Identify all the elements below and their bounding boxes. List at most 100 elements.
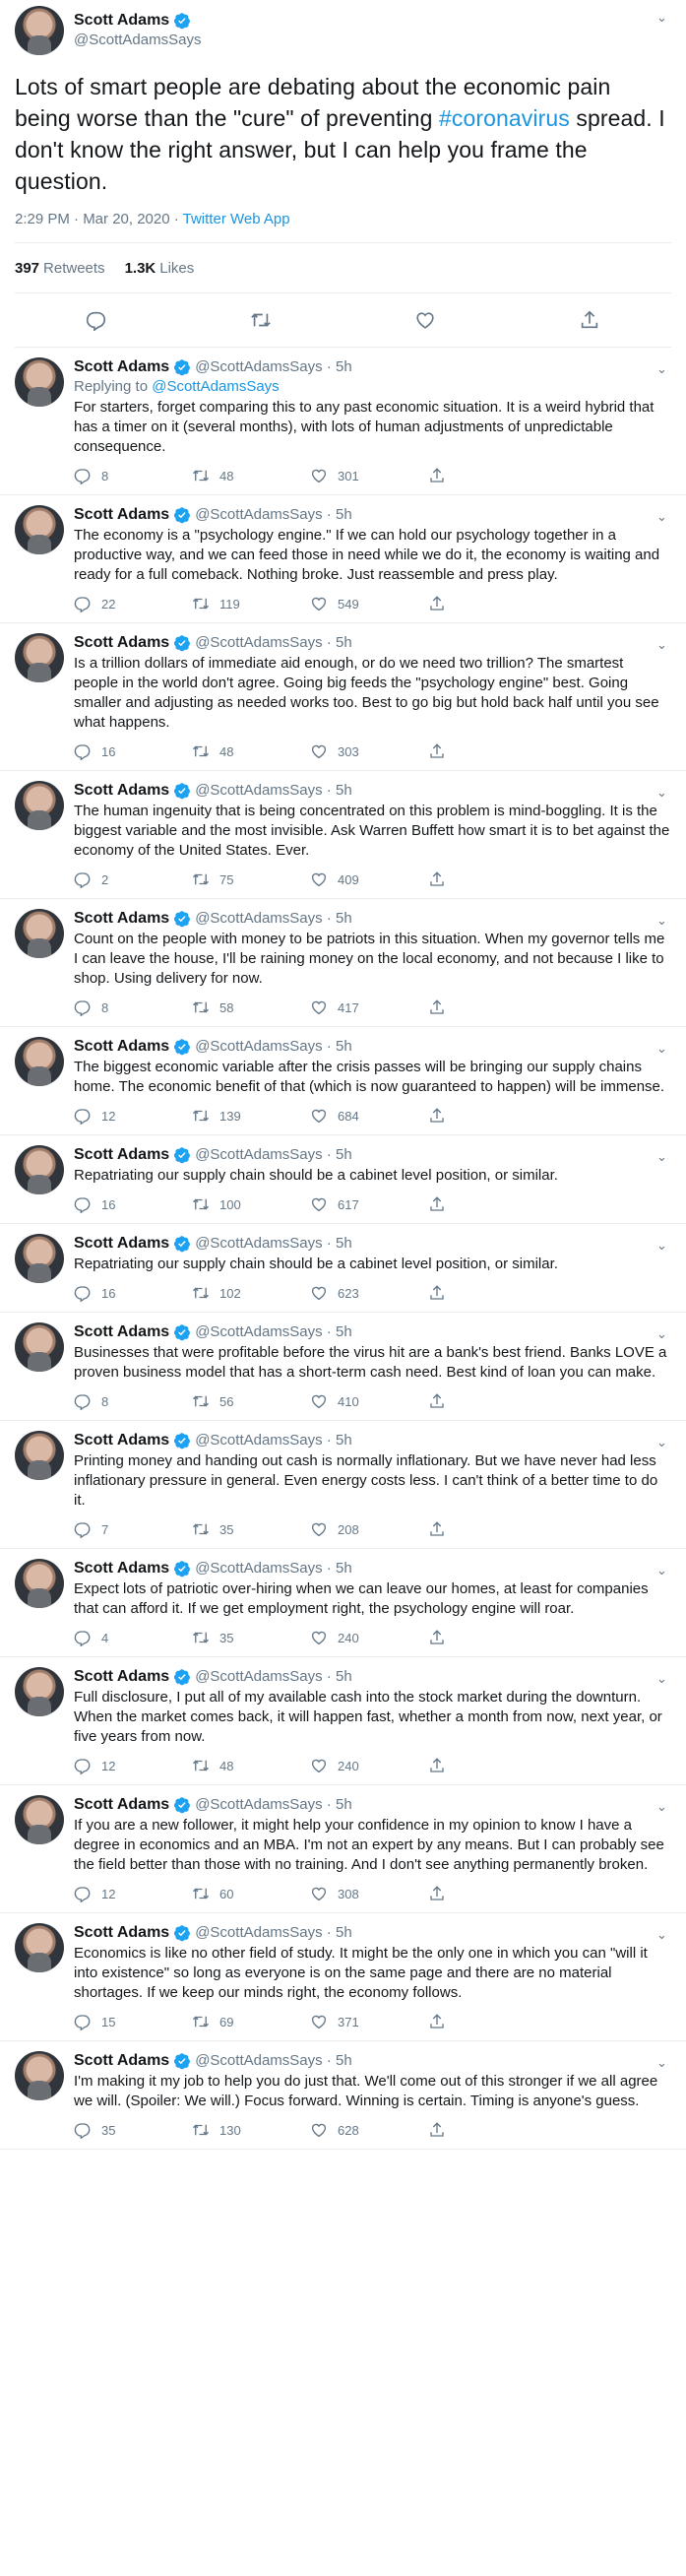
retweet-action[interactable]: 69 — [192, 2013, 310, 2030]
chevron-down-icon[interactable]: ⌄ — [656, 359, 670, 376]
retweet-action[interactable]: 60 — [192, 1885, 310, 1902]
retweet-action[interactable]: 102 — [192, 1284, 310, 1302]
avatar[interactable] — [15, 909, 64, 958]
reply-tweet[interactable]: Scott Adams @ScottAdamsSays · 5h ⌄ Repat… — [0, 1224, 686, 1313]
retweet-action[interactable]: 48 — [192, 1757, 310, 1774]
author-handle[interactable]: @ScottAdamsSays · 5h — [195, 1037, 351, 1057]
retweet-action[interactable]: 100 — [192, 1195, 310, 1213]
like-action[interactable]: 371 — [310, 2013, 428, 2030]
author-name[interactable]: Scott Adams — [74, 1667, 169, 1687]
retweet-action[interactable]: 130 — [192, 2121, 310, 2139]
reply-icon[interactable] — [86, 309, 107, 331]
author-name[interactable]: Scott Adams — [74, 11, 169, 31]
chevron-down-icon[interactable]: ⌄ — [656, 911, 670, 928]
retweet-action[interactable]: 75 — [192, 870, 310, 888]
avatar[interactable] — [15, 1145, 64, 1194]
author-name[interactable]: Scott Adams — [74, 781, 169, 801]
retweets-stat[interactable]: 397 Retweets — [15, 260, 105, 277]
hashtag-link[interactable]: #coronavirus — [439, 105, 570, 131]
share-action[interactable] — [428, 1757, 456, 1774]
share-action[interactable] — [428, 742, 456, 760]
avatar[interactable] — [15, 1667, 64, 1716]
reply-action[interactable]: 8 — [74, 467, 192, 484]
reply-tweet[interactable]: Scott Adams @ScottAdamsSays · 5h ⌄ Expec… — [0, 1549, 686, 1657]
retweet-action[interactable]: 35 — [192, 1520, 310, 1538]
author-name[interactable]: Scott Adams — [74, 357, 169, 377]
avatar[interactable] — [15, 1923, 64, 1972]
chevron-down-icon[interactable]: ⌄ — [656, 1236, 670, 1253]
source-app-link[interactable]: Twitter Web App — [183, 211, 290, 227]
reply-tweet[interactable]: Scott Adams @ScottAdamsSays · 5h ⌄ If yo… — [0, 1785, 686, 1913]
reply-tweet[interactable]: Scott Adams @ScottAdamsSays · 5h ⌄ The h… — [0, 771, 686, 899]
author-handle[interactable]: @ScottAdamsSays · 5h — [195, 1431, 351, 1450]
author-name[interactable]: Scott Adams — [74, 2051, 169, 2071]
author-name[interactable]: Scott Adams — [74, 1037, 169, 1057]
reply-tweet[interactable]: Scott Adams @ScottAdamsSays · 5h ⌄ Reply… — [0, 348, 686, 495]
reply-tweet[interactable]: Scott Adams @ScottAdamsSays · 5h ⌄ Full … — [0, 1657, 686, 1785]
share-action[interactable] — [428, 467, 456, 484]
avatar[interactable] — [15, 1322, 64, 1372]
author-name[interactable]: Scott Adams — [74, 1145, 169, 1165]
reply-action[interactable]: 4 — [74, 1629, 192, 1646]
like-action[interactable]: 549 — [310, 595, 428, 612]
tweet-timestamp[interactable]: 2:29 PM · Mar 20, 2020 · — [15, 211, 183, 227]
reply-action[interactable]: 2 — [74, 870, 192, 888]
author-handle[interactable]: @ScottAdamsSays · 5h — [195, 1234, 351, 1254]
author-handle[interactable]: @ScottAdamsSays — [74, 31, 201, 50]
like-action[interactable]: 208 — [310, 1520, 428, 1538]
author-name[interactable]: Scott Adams — [74, 1234, 169, 1254]
retweet-action[interactable]: 35 — [192, 1629, 310, 1646]
reply-action[interactable]: 22 — [74, 595, 192, 612]
avatar[interactable] — [15, 1037, 64, 1086]
chevron-down-icon[interactable]: ⌄ — [656, 1797, 670, 1814]
author-name[interactable]: Scott Adams — [74, 1923, 169, 1943]
retweet-action[interactable]: 48 — [192, 467, 310, 484]
chevron-down-icon[interactable]: ⌄ — [656, 1039, 670, 1056]
reply-action[interactable]: 8 — [74, 1392, 192, 1410]
author-name[interactable]: Scott Adams — [74, 505, 169, 525]
reply-tweet[interactable]: Scott Adams @ScottAdamsSays · 5h ⌄ Print… — [0, 1421, 686, 1549]
reply-action[interactable]: 7 — [74, 1520, 192, 1538]
share-action[interactable] — [428, 1885, 456, 1902]
author-name[interactable]: Scott Adams — [74, 633, 169, 653]
reply-tweet[interactable]: Scott Adams @ScottAdamsSays · 5h ⌄ I'm m… — [0, 2041, 686, 2150]
reply-action[interactable]: 16 — [74, 1284, 192, 1302]
chevron-down-icon[interactable]: ⌄ — [656, 1669, 670, 1686]
reply-action[interactable]: 16 — [74, 1195, 192, 1213]
reply-action[interactable]: 8 — [74, 998, 192, 1016]
retweet-action[interactable]: 139 — [192, 1107, 310, 1125]
like-action[interactable]: 303 — [310, 742, 428, 760]
author-handle[interactable]: @ScottAdamsSays · 5h — [195, 505, 351, 525]
avatar[interactable] — [15, 781, 64, 830]
share-action[interactable] — [428, 1520, 456, 1538]
reply-tweet[interactable]: Scott Adams @ScottAdamsSays · 5h ⌄ Is a … — [0, 623, 686, 771]
reply-action[interactable]: 35 — [74, 2121, 192, 2139]
reply-tweet[interactable]: Scott Adams @ScottAdamsSays · 5h ⌄ Econo… — [0, 1913, 686, 2041]
avatar[interactable] — [15, 633, 64, 682]
chevron-down-icon[interactable]: ⌄ — [656, 1561, 670, 1578]
chevron-down-icon[interactable]: ⌄ — [656, 1147, 670, 1164]
chevron-down-icon[interactable]: ⌄ — [656, 10, 670, 25]
like-action[interactable]: 240 — [310, 1629, 428, 1646]
author-handle[interactable]: @ScottAdamsSays · 5h — [195, 909, 351, 929]
author-handle[interactable]: @ScottAdamsSays · 5h — [195, 781, 351, 801]
author-name[interactable]: Scott Adams — [74, 1559, 169, 1578]
reply-tweet[interactable]: Scott Adams @ScottAdamsSays · 5h ⌄ Count… — [0, 899, 686, 1027]
avatar[interactable] — [15, 505, 64, 554]
reply-tweet[interactable]: Scott Adams @ScottAdamsSays · 5h ⌄ The e… — [0, 495, 686, 623]
avatar[interactable] — [15, 1431, 64, 1480]
avatar[interactable] — [15, 1559, 64, 1608]
reply-tweet[interactable]: Scott Adams @ScottAdamsSays · 5h ⌄ Busin… — [0, 1313, 686, 1421]
like-action[interactable]: 410 — [310, 1392, 428, 1410]
chevron-down-icon[interactable]: ⌄ — [656, 1433, 670, 1449]
like-action[interactable]: 623 — [310, 1284, 428, 1302]
author-handle[interactable]: @ScottAdamsSays · 5h — [195, 633, 351, 653]
author-handle[interactable]: @ScottAdamsSays · 5h — [195, 2051, 351, 2071]
avatar[interactable] — [15, 357, 64, 407]
like-action[interactable]: 684 — [310, 1107, 428, 1125]
author-name[interactable]: Scott Adams — [74, 1431, 169, 1450]
reply-action[interactable]: 12 — [74, 1107, 192, 1125]
retweet-action[interactable]: 48 — [192, 742, 310, 760]
author-name-row[interactable]: Scott Adams — [74, 11, 191, 31]
reply-action[interactable]: 12 — [74, 1757, 192, 1774]
